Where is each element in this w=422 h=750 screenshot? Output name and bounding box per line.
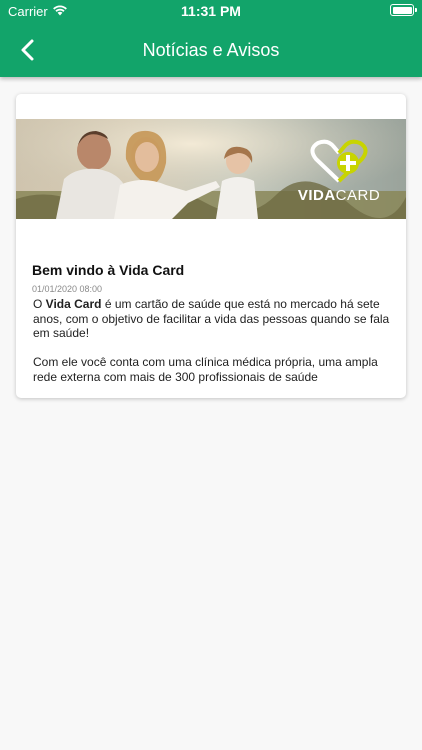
vidacard-heart-cross-icon: [310, 139, 368, 183]
news-date: 01/01/2020 08:00: [32, 284, 103, 294]
news-paragraph-2: Com ele você conta com uma clínica médic…: [33, 355, 378, 384]
vidacard-logo: VIDACARD: [294, 137, 384, 207]
page-title: Notícias e Avisos: [142, 40, 280, 60]
news-title: Bem vindo à Vida Card: [32, 262, 185, 278]
vidacard-wordmark: VIDACARD: [297, 187, 381, 204]
app-header: Carrier 11:31 PM Notícias e Avisos: [0, 0, 422, 77]
battery-icon: [390, 4, 417, 16]
news-image: VIDACARD: [16, 119, 406, 219]
news-paragraph-1: O Vida Card é um cartão de saúde que est…: [33, 297, 390, 340]
news-body: O Vida Card é um cartão de saúde que est…: [33, 297, 395, 398]
news-card[interactable]: VIDACARD Bem vindo à Vida Card 01/01/202…: [16, 94, 406, 398]
clock: 11:31 PM: [181, 3, 241, 19]
status-bar: Carrier 11:31 PM: [0, 0, 422, 22]
